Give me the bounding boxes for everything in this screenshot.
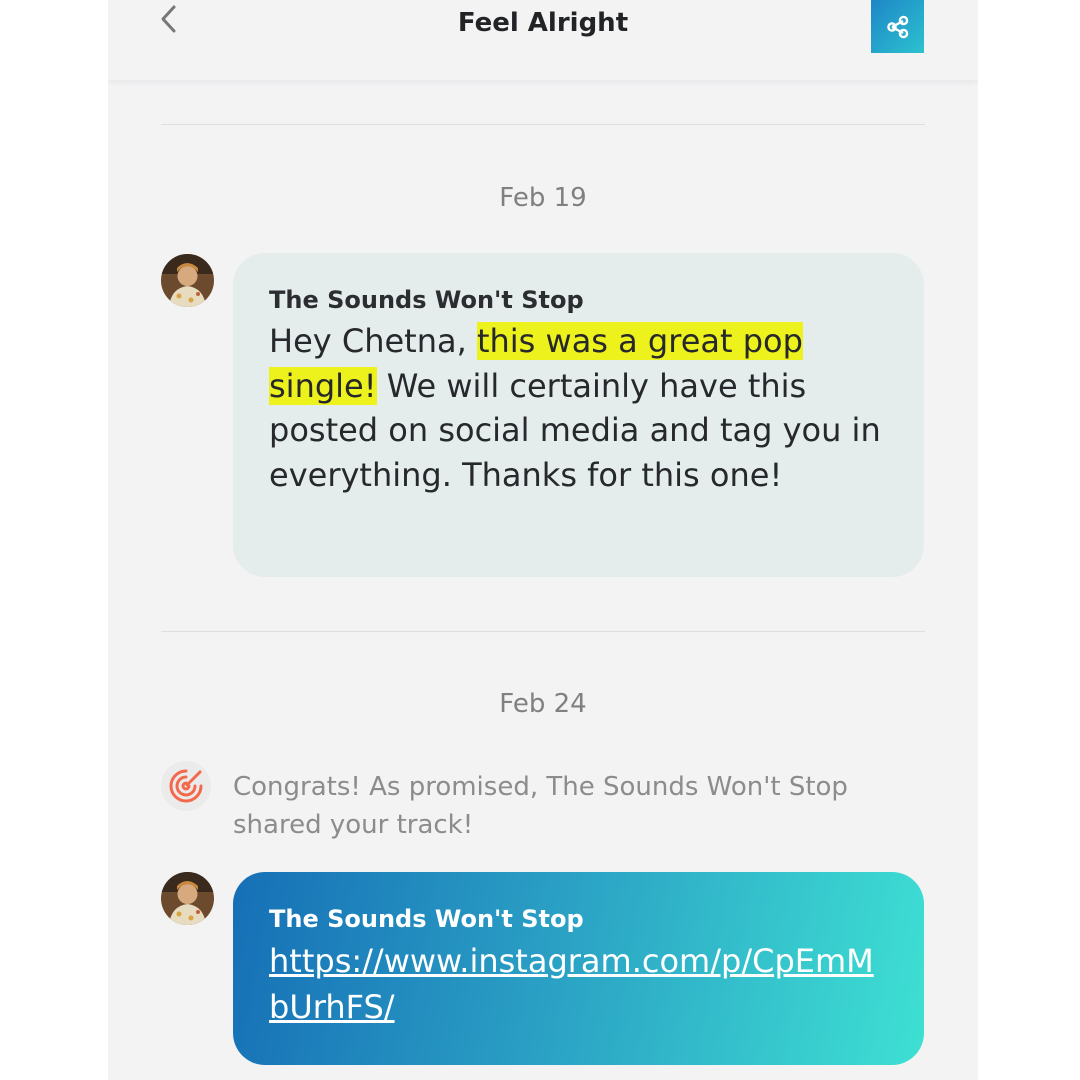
avatar-image — [161, 254, 214, 307]
share-button[interactable] — [871, 0, 924, 53]
instagram-link[interactable]: https://www.instagram.com/p/CpEmMbUrhFS/ — [269, 938, 888, 1030]
sender-name: The Sounds Won't Stop — [269, 905, 584, 933]
conversation-screen: Feel Alright Feb 19 The Sounds Won't Sto — [108, 0, 978, 1080]
avatar[interactable] — [161, 254, 214, 307]
target-icon — [169, 769, 203, 803]
share-icon — [886, 15, 908, 38]
message-text-before: Hey Chetna, — [269, 322, 477, 360]
top-bar: Feel Alright — [108, 0, 978, 80]
avatar-image — [161, 872, 214, 925]
sender-name: The Sounds Won't Stop — [269, 286, 584, 314]
divider — [161, 631, 925, 632]
message-text: Hey Chetna, this was a great pop single!… — [269, 319, 888, 497]
system-notice: Congrats! As promised, The Sounds Won't … — [233, 772, 848, 840]
notification-icon-badge — [161, 761, 211, 811]
date-separator: Feb 19 — [499, 183, 587, 213]
message-bubble: The Sounds Won't Stop Hey Chetna, this w… — [233, 253, 924, 577]
avatar[interactable] — [161, 872, 214, 925]
divider — [161, 124, 925, 125]
page-title: Feel Alright — [457, 8, 629, 38]
date-separator: Feb 24 — [499, 689, 587, 719]
link-message-bubble: The Sounds Won't Stop https://www.instag… — [233, 872, 924, 1065]
